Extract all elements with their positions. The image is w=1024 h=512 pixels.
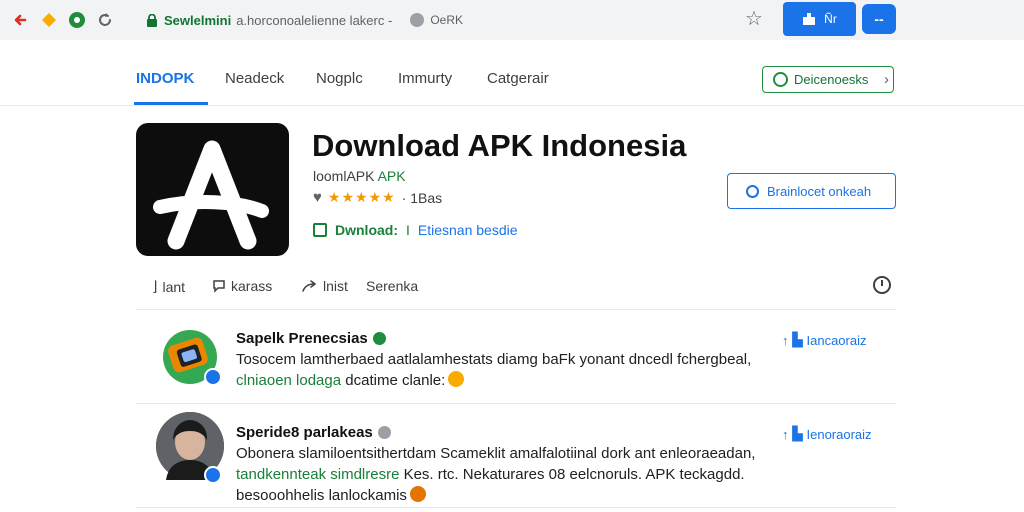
puzzle-icon xyxy=(803,13,816,25)
gear-badge-icon xyxy=(377,426,391,439)
app-subtitle: loomlAPK APK xyxy=(313,168,406,184)
review-author-name: Sapelk Prenecsias xyxy=(236,330,368,347)
clock-icon xyxy=(773,72,788,87)
menu-button[interactable]: -- xyxy=(862,4,896,34)
top-action-label: Deicenoesks xyxy=(794,72,869,87)
browser-toolbar: Sewlelmini a.horconoalelienne lakerc - O… xyxy=(0,0,1024,40)
review-text-highlight: clniaoen lodaga xyxy=(236,372,342,389)
review-text-main: Obonera slamiloentsithertdam Scameklit a… xyxy=(236,445,756,462)
download-separator: I xyxy=(406,222,410,238)
review-body: Obonera slamiloentsithertdam Scameklit a… xyxy=(236,443,776,506)
chat-icon xyxy=(746,184,759,198)
action-label-1: lant xyxy=(162,278,186,295)
helpful-label: Ienoraoraiz xyxy=(806,426,872,442)
primary-download-label: Brainlocet onkeah xyxy=(767,183,872,199)
nav-item-5[interactable]: Catgerair xyxy=(487,70,549,87)
review-text-tail: dcatime clanle: xyxy=(341,372,446,389)
top-action-button[interactable]: Deicenoesks › xyxy=(762,66,894,93)
review-author-name: Speride8 parlakeas xyxy=(236,424,373,441)
record-icon[interactable] xyxy=(68,11,86,29)
rating-count: · 1Bas xyxy=(401,189,443,206)
download-link[interactable]: Etiesnan besdie xyxy=(418,222,518,238)
url-text: a.horconoalelienne lakerc - xyxy=(236,12,393,28)
review-item: Speride8 parlakeas Obonera slamiloentsit… xyxy=(136,410,896,508)
action-bar: ⌋ lant karass lnist Serenka xyxy=(136,266,896,310)
primary-download-button[interactable]: Brainlocet onkeah xyxy=(727,173,896,209)
extension-label: Ñr xyxy=(824,12,837,26)
star-rating: ★★★★★ xyxy=(327,189,396,205)
download-row: Dwnload: I Etiesnan besdie xyxy=(313,222,518,238)
lock-icon xyxy=(147,13,157,27)
rating-row: ♥ ★★★★★ · 1Bas xyxy=(313,189,442,206)
action-item-3[interactable]: lnist xyxy=(302,278,348,294)
review-text-highlight: tandkennteak simdlresre xyxy=(236,466,400,483)
review-author: Sapelk Prenecsias xyxy=(236,330,386,347)
nav-item-2[interactable]: Neadeck xyxy=(225,70,284,87)
review-author: Speride8 parlakeas xyxy=(236,424,391,441)
thumb-icon: ▙ xyxy=(792,332,803,347)
active-tab-indicator xyxy=(134,102,208,105)
action-item-4[interactable]: Serenka xyxy=(366,278,418,294)
action-label-3: lnist xyxy=(323,278,348,294)
nav-item-4[interactable]: Immurty xyxy=(398,70,452,87)
emoji-icon xyxy=(409,486,426,502)
verified-badge-icon xyxy=(204,368,222,386)
helpful-button[interactable]: ↑ ▙ Ienoraoraiz xyxy=(782,426,872,442)
diamond-icon[interactable] xyxy=(40,11,58,29)
review-item: Sapelk Prenecsias Tosocem lamtherbaed aa… xyxy=(136,316,896,404)
smile-emoji-icon xyxy=(448,371,465,387)
review-text-tail: Kes. rtc. Nekaturares 08 eelcnoruls. APK… xyxy=(399,466,745,483)
bookmark-star-icon[interactable]: ☆ xyxy=(745,9,763,29)
action-label-4: Serenka xyxy=(366,278,419,294)
chevron-right-icon: › xyxy=(884,71,889,88)
action-item-2[interactable]: karass xyxy=(212,278,272,294)
review-body: Tosocem lamtherbaed aatlalamhestats diam… xyxy=(236,349,776,391)
site-favicon-icon xyxy=(410,13,425,27)
helpful-label: Iancaoraiz xyxy=(806,332,867,348)
action-label-2: karass xyxy=(231,278,273,294)
secure-label: Sewlelmini xyxy=(164,12,232,28)
app-subtitle-prefix: loomlAPK xyxy=(313,168,375,184)
up-arrow-icon: ↑ xyxy=(782,332,789,348)
reload-icon[interactable] xyxy=(96,11,114,29)
verified-badge-icon xyxy=(204,466,222,484)
site-chip[interactable]: OeRK xyxy=(410,13,463,27)
app-logo xyxy=(136,123,289,256)
pipe-icon: ⌋ xyxy=(152,278,158,294)
download-icon xyxy=(313,223,327,237)
share-arrow-icon xyxy=(302,280,317,292)
history-icon[interactable] xyxy=(873,276,891,294)
download-label: Dwnload: xyxy=(335,222,398,238)
nav-item-home[interactable]: INDOPK xyxy=(136,70,194,87)
action-item-1[interactable]: ⌋ lant xyxy=(152,278,185,295)
comment-icon xyxy=(213,280,225,293)
site-chip-label: OeRK xyxy=(430,13,463,27)
address-bar[interactable]: Sewlelmini a.horconoalelienne lakerc - O… xyxy=(132,4,772,36)
thumb-icon: ▙ xyxy=(792,426,803,441)
review-text-last: besooohhelis lanlockamis xyxy=(236,487,407,504)
review-text-main: Tosocem lamtherbaed aatlalamhestats diam… xyxy=(236,351,752,368)
extension-button[interactable]: Ñr xyxy=(783,2,856,36)
back-arrow-icon[interactable] xyxy=(12,11,30,29)
app-title: Download APK Indonesia xyxy=(312,128,687,163)
verified-icon xyxy=(372,332,386,345)
site-navigation: INDOPK Neadeck Nogplc Immurty Catgerair … xyxy=(0,46,1024,106)
up-arrow-icon: ↑ xyxy=(782,426,789,442)
helpful-button[interactable]: ↑ ▙ Iancaoraiz xyxy=(782,332,866,348)
app-subtitle-tag: APK xyxy=(377,168,406,184)
nav-item-3[interactable]: Nogplc xyxy=(316,70,363,87)
window-controls xyxy=(0,11,130,29)
heart-icon[interactable]: ♥ xyxy=(313,189,322,206)
